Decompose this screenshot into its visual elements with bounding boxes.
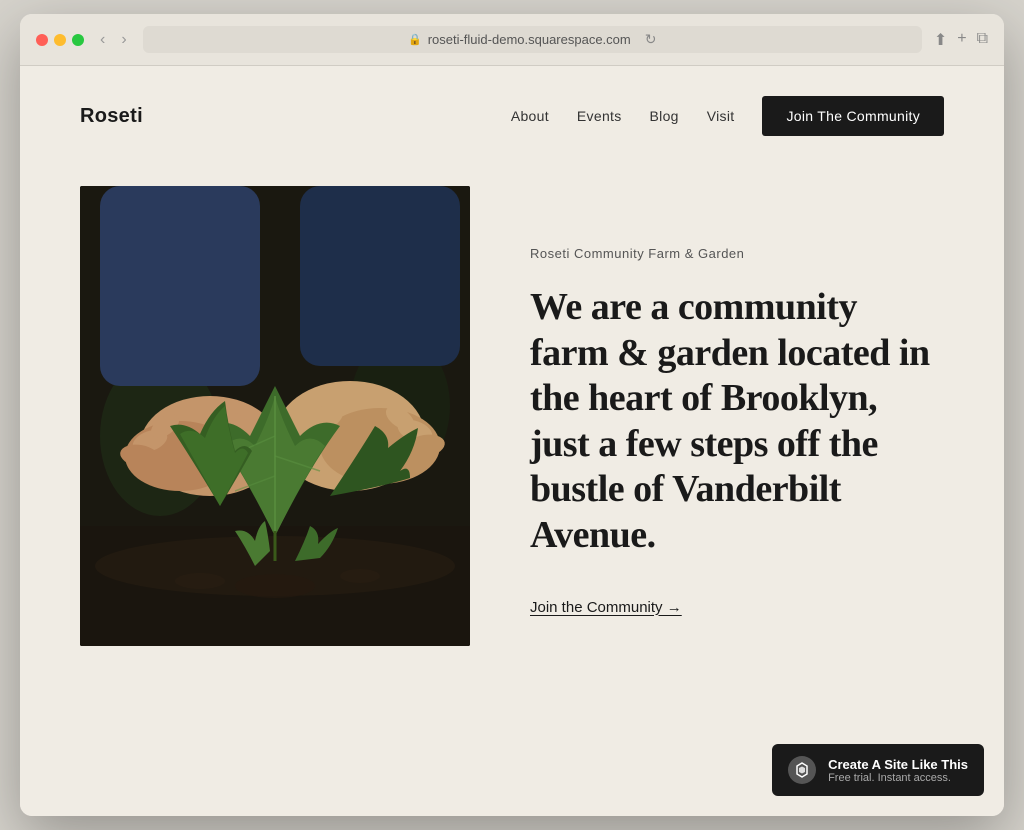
browser-nav: ‹ › <box>96 29 131 51</box>
content-subtitle: Roseti Community Farm & Garden <box>530 246 944 261</box>
navbar: Roseti About Events Blog Visit Join The … <box>20 66 1004 166</box>
browser-dots <box>36 34 84 46</box>
new-tab-icon[interactable]: + <box>957 30 966 50</box>
main-section: Roseti Community Farm & Garden We are a … <box>20 166 1004 706</box>
squarespace-icon <box>788 756 816 784</box>
banner-text: Create A Site Like This Free trial. Inst… <box>828 757 968 784</box>
page-content: Roseti About Events Blog Visit Join The … <box>20 66 1004 816</box>
banner-sub-text: Free trial. Instant access. <box>828 772 968 784</box>
hero-image-container <box>80 186 470 646</box>
reload-icon[interactable]: ↻ <box>645 31 657 48</box>
share-icon[interactable]: ⬆ <box>934 30 947 50</box>
tabs-icon[interactable]: ⧉ <box>977 30 988 50</box>
lock-icon: 🔒 <box>408 33 422 46</box>
join-community-link[interactable]: Join the Community → <box>530 599 682 616</box>
browser-chrome: ‹ › 🔒 roseti-fluid-demo.squarespace.com … <box>20 14 1004 66</box>
browser-actions: ⬆ + ⧉ <box>934 30 988 50</box>
nav-about[interactable]: About <box>511 108 549 124</box>
address-bar[interactable]: 🔒 roseti-fluid-demo.squarespace.com ↻ <box>143 26 922 53</box>
back-button[interactable]: ‹ <box>96 29 109 51</box>
site-logo[interactable]: Roseti <box>80 105 143 128</box>
hero-image <box>80 186 470 646</box>
browser-window: ‹ › 🔒 roseti-fluid-demo.squarespace.com … <box>20 14 1004 816</box>
maximize-dot[interactable] <box>72 34 84 46</box>
close-dot[interactable] <box>36 34 48 46</box>
hero-image-svg <box>80 186 470 646</box>
join-community-button[interactable]: Join The Community <box>762 96 944 136</box>
banner-main-text: Create A Site Like This <box>828 757 968 772</box>
content-heading: We are a community farm & garden located… <box>530 285 944 559</box>
nav-links: About Events Blog Visit Join The Communi… <box>511 96 944 136</box>
forward-button[interactable]: › <box>117 29 130 51</box>
url-text: roseti-fluid-demo.squarespace.com <box>428 32 631 47</box>
nav-events[interactable]: Events <box>577 108 622 124</box>
nav-blog[interactable]: Blog <box>650 108 679 124</box>
nav-visit[interactable]: Visit <box>707 108 735 124</box>
content-section: Roseti Community Farm & Garden We are a … <box>530 186 944 617</box>
minimize-dot[interactable] <box>54 34 66 46</box>
site-banner[interactable]: Create A Site Like This Free trial. Inst… <box>772 744 984 796</box>
